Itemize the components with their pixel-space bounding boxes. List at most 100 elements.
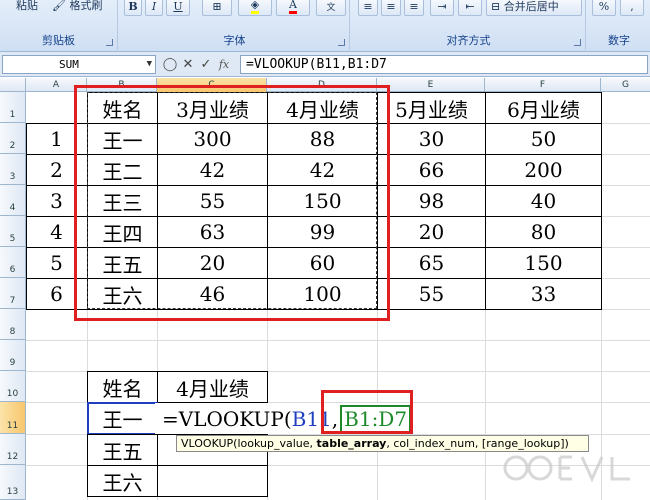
merge-icon: ⊟ — [491, 0, 501, 13]
row-header-10[interactable]: 10 — [0, 371, 26, 402]
column-header-c[interactable]: C — [157, 78, 267, 92]
header-cell-name[interactable]: 姓名 — [87, 92, 158, 124]
table-cell[interactable]: 100 — [267, 278, 378, 310]
table-cell[interactable]: 王三 — [87, 185, 158, 217]
lookup-value-cell[interactable] — [157, 465, 268, 497]
column-header-g[interactable]: G — [601, 78, 650, 92]
clipboard-group: 粘贴 🖌 格式刷 剪贴板 — [0, 0, 118, 50]
table-cell[interactable]: 33 — [485, 278, 602, 310]
formula-input[interactable]: =VLOOKUP(B11,B1:D7 — [240, 55, 648, 74]
table-cell[interactable]: 55 — [157, 185, 268, 217]
italic-button[interactable]: I — [145, 0, 163, 16]
column-header-d[interactable]: D — [267, 78, 377, 92]
alignment-launcher-icon[interactable] — [574, 39, 581, 46]
row-header-13[interactable]: 13 — [0, 465, 26, 500]
align-right-button[interactable]: ≡ — [404, 0, 424, 16]
table-cell[interactable]: 66 — [377, 154, 486, 186]
table-cell[interactable]: 50 — [485, 123, 602, 155]
table-cell[interactable]: 王六 — [87, 278, 158, 310]
table-cell[interactable]: 80 — [485, 216, 602, 248]
comma-icon: , — [630, 0, 634, 13]
clipboard-launcher-icon[interactable] — [106, 39, 113, 46]
number-format-button[interactable]: % — [592, 0, 616, 16]
active-cell-editor[interactable]: =VLOOKUP(B11, B1:D7 — [155, 403, 412, 434]
row-header-9[interactable]: 9 — [0, 340, 26, 371]
table-cell[interactable]: 300 — [157, 123, 268, 155]
table-cell[interactable]: 王五 — [87, 247, 158, 279]
table-cell[interactable]: 王四 — [87, 216, 158, 248]
merge-center-button[interactable]: ⊟ 合并后居中 — [486, 0, 582, 16]
align-left-button[interactable]: ≡ — [358, 0, 378, 16]
fill-color-button[interactable]: ◈ — [238, 0, 272, 16]
table-cell[interactable]: 55 — [377, 278, 486, 310]
bold-button[interactable]: B — [124, 0, 142, 16]
align-center-button[interactable]: ≡ — [381, 0, 401, 16]
index-border — [26, 278, 88, 310]
row-header-4[interactable]: 4 — [0, 185, 26, 216]
column-header-a[interactable]: A — [26, 78, 87, 92]
insert-function-icon[interactable]: fx — [216, 56, 232, 73]
table-cell[interactable]: 99 — [267, 216, 378, 248]
lookup-name-cell[interactable]: 王六 — [87, 465, 158, 497]
header-cell-apr[interactable]: 4月业绩 — [267, 92, 378, 124]
underline-button[interactable]: U — [166, 0, 190, 16]
enter-icon[interactable]: ✓ — [198, 56, 214, 73]
phonetic-button[interactable]: 文 — [316, 0, 346, 16]
table-cell[interactable]: 65 — [377, 247, 486, 279]
lookup-header-apr[interactable]: 4月业绩 — [157, 371, 268, 403]
row-header-6[interactable]: 6 — [0, 247, 26, 278]
name-box[interactable]: SUM ▼ — [2, 55, 156, 74]
number-group: % , 数字 — [588, 0, 650, 50]
table-cell[interactable]: 150 — [485, 247, 602, 279]
lookup-name-cell[interactable]: 王一 — [87, 402, 158, 435]
format-painter-button[interactable]: 🖌 格式刷 — [52, 0, 102, 13]
chevron-down-icon[interactable]: ▼ — [147, 56, 152, 73]
table-cell[interactable]: 46 — [157, 278, 268, 310]
align-center-icon: ≡ — [386, 0, 396, 13]
table-cell[interactable]: 40 — [485, 185, 602, 217]
row-header-11[interactable]: 11 — [0, 402, 26, 434]
row-header-8[interactable]: 8 — [0, 309, 26, 340]
header-cell-mar[interactable]: 3月业绩 — [157, 92, 268, 124]
table-cell[interactable]: 30 — [377, 123, 486, 155]
cancel-icon[interactable]: ✕ — [180, 56, 196, 73]
font-color-button[interactable]: A — [276, 0, 310, 16]
outdent-button[interactable]: ⇤ — [458, 0, 482, 16]
index-border — [26, 154, 88, 186]
table-cell[interactable]: 王一 — [87, 123, 158, 155]
formula-prefix: =VLOOKUP( — [162, 406, 292, 431]
table-cell[interactable]: 42 — [267, 154, 378, 186]
row-header-5[interactable]: 5 — [0, 216, 26, 247]
paste-label[interactable]: 粘贴 — [16, 0, 38, 13]
lookup-header-name[interactable]: 姓名 — [87, 371, 158, 403]
select-all-corner[interactable] — [0, 78, 26, 92]
font-launcher-icon[interactable] — [338, 39, 345, 46]
border-button[interactable]: ⊞ — [202, 0, 232, 16]
table-cell[interactable]: 20 — [157, 247, 268, 279]
table-cell[interactable]: 60 — [267, 247, 378, 279]
formula-bar: SUM ▼ ◯ ✕ ✓ fx =VLOOKUP(B11,B1:D7 — [0, 52, 650, 77]
row-header-1[interactable]: 1 — [0, 92, 26, 123]
row-header-12[interactable]: 12 — [0, 434, 26, 465]
row-header-7[interactable]: 7 — [0, 278, 26, 309]
table-cell[interactable]: 王二 — [87, 154, 158, 186]
column-header-b[interactable]: B — [87, 78, 157, 92]
table-cell[interactable]: 42 — [157, 154, 268, 186]
indent-button[interactable]: ⇥ — [430, 0, 454, 16]
table-cell[interactable]: 63 — [157, 216, 268, 248]
row-header-2[interactable]: 2 — [0, 123, 26, 154]
formula-dropdown-icon[interactable]: ◯ — [162, 56, 178, 73]
table-cell[interactable]: 200 — [485, 154, 602, 186]
column-header-f[interactable]: F — [485, 78, 601, 92]
column-header-e[interactable]: E — [377, 78, 485, 92]
tooltip-active-arg: table_array — [316, 437, 387, 450]
header-cell-may[interactable]: 5月业绩 — [377, 92, 486, 124]
table-cell[interactable]: 20 — [377, 216, 486, 248]
row-header-3[interactable]: 3 — [0, 154, 26, 185]
table-cell[interactable]: 88 — [267, 123, 378, 155]
lookup-name-cell[interactable]: 王五 — [87, 434, 158, 466]
table-cell[interactable]: 150 — [267, 185, 378, 217]
header-cell-jun[interactable]: 6月业绩 — [485, 92, 602, 124]
table-cell[interactable]: 98 — [377, 185, 486, 217]
comma-style-button[interactable]: , — [620, 0, 644, 16]
